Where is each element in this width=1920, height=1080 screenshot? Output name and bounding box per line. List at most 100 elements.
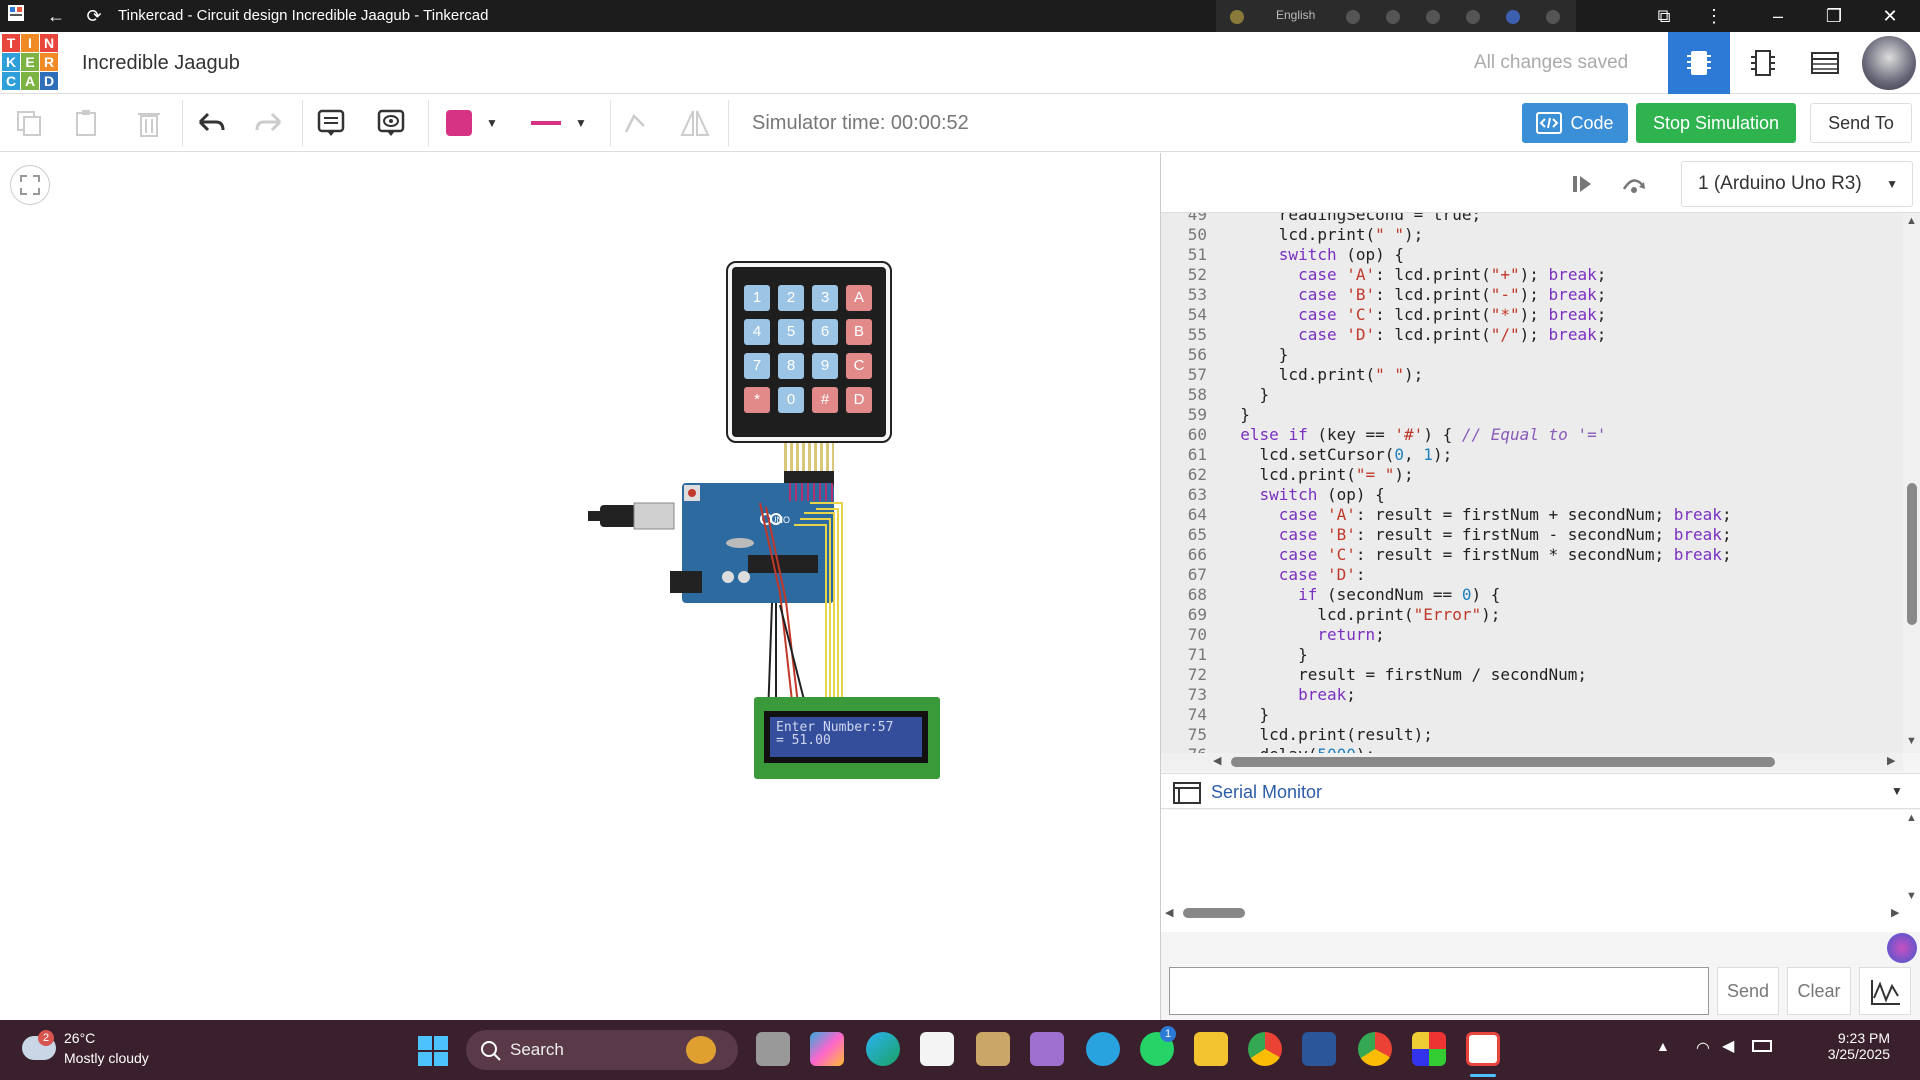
store-icon[interactable] <box>920 1032 954 1066</box>
schematic-view-button[interactable] <box>1732 32 1794 94</box>
copilot-icon[interactable] <box>810 1032 844 1066</box>
code-line[interactable]: 66 case 'C': result = firstNum * secondN… <box>1161 545 1732 565</box>
keypad-key[interactable]: A <box>846 285 872 311</box>
code-line[interactable]: 58 } <box>1161 385 1269 405</box>
refresh-icon[interactable]: ⟳ <box>82 4 106 28</box>
clock[interactable]: 9:23 PM 3/25/2025 <box>1790 1030 1890 1062</box>
wifi-icon[interactable]: ◠ <box>1696 1038 1710 1058</box>
pen-icon[interactable] <box>1466 10 1480 24</box>
scroll-left-arrow-icon[interactable]: ◀ <box>1165 906 1173 919</box>
code-line[interactable]: 59 } <box>1161 405 1250 425</box>
help-icon[interactable] <box>1506 10 1520 24</box>
code-button[interactable]: Code <box>1522 103 1628 143</box>
serial-monitor-header[interactable]: Serial Monitor ▼ <box>1161 773 1920 809</box>
wire-type-picker[interactable]: ▼ <box>516 104 602 142</box>
code-line[interactable]: 56 } <box>1161 345 1289 365</box>
close-button[interactable]: ✕ <box>1862 0 1918 32</box>
code-line[interactable]: 70 return; <box>1161 625 1385 645</box>
more-menu-icon[interactable]: ⋮ <box>1686 0 1742 32</box>
redo-button[interactable] <box>250 104 288 142</box>
tinkercad-app-icon[interactable] <box>1466 1032 1500 1066</box>
task-view-icon[interactable] <box>756 1032 790 1066</box>
code-line[interactable]: 73 break; <box>1161 685 1356 705</box>
keypad-key[interactable]: 7 <box>744 353 770 379</box>
keypad-key[interactable]: B <box>846 319 872 345</box>
clear-button[interactable]: Clear <box>1787 967 1851 1015</box>
keyboard-icon[interactable] <box>1346 10 1360 24</box>
tinkercad-logo[interactable]: T I N K E R C A D <box>2 34 58 90</box>
assistant-icon[interactable] <box>1887 933 1917 963</box>
battery-icon[interactable] <box>1752 1040 1772 1052</box>
serial-input[interactable] <box>1169 967 1709 1015</box>
settings-icon[interactable] <box>1426 10 1440 24</box>
edge-icon[interactable] <box>866 1032 900 1066</box>
start-button[interactable] <box>418 1036 448 1066</box>
code-line[interactable]: 64 case 'A': result = firstNum + secondN… <box>1161 505 1732 525</box>
code-line[interactable]: 50 lcd.print(" "); <box>1161 225 1424 245</box>
scroll-right-arrow-icon[interactable]: ▶ <box>1891 906 1899 919</box>
tool-icon[interactable] <box>1386 10 1400 24</box>
scroll-up-arrow-icon[interactable]: ▲ <box>1906 215 1917 227</box>
send-button[interactable]: Send <box>1717 967 1779 1015</box>
code-line[interactable]: 62 lcd.print("= "); <box>1161 465 1414 485</box>
code-line[interactable]: 61 lcd.setCursor(0, 1); <box>1161 445 1452 465</box>
code-line[interactable]: 60 else if (key == '#') { // Equal to '=… <box>1161 425 1607 445</box>
chevron-down-icon[interactable]: ▼ <box>1891 784 1903 798</box>
lcd-component[interactable]: Enter Number:57 = 51.00 <box>754 697 940 779</box>
paste-button[interactable] <box>68 104 106 142</box>
code-line[interactable]: 68 if (secondNum == 0) { <box>1161 585 1501 605</box>
user-avatar[interactable] <box>1862 36 1916 90</box>
keypad-key[interactable]: # <box>812 387 838 413</box>
restore-button[interactable]: ❐ <box>1806 0 1862 32</box>
scroll-right-arrow-icon[interactable]: ▶ <box>1887 754 1895 767</box>
component-list-button[interactable] <box>1794 32 1856 94</box>
info-icon[interactable] <box>1546 10 1560 24</box>
color-picker[interactable]: ▼ <box>434 104 510 142</box>
keypad-key[interactable]: * <box>744 387 770 413</box>
books-app-icon[interactable] <box>976 1032 1010 1066</box>
fit-view-button[interactable] <box>10 165 50 205</box>
code-line[interactable]: 75 lcd.print(result); <box>1161 725 1433 745</box>
keypad-key[interactable]: 8 <box>778 353 804 379</box>
telegram-icon[interactable] <box>1086 1032 1120 1066</box>
chrome-icon[interactable] <box>1248 1032 1282 1066</box>
step-over-button[interactable] <box>1619 169 1649 199</box>
photos-app-icon[interactable] <box>1412 1032 1446 1066</box>
code-line[interactable]: 74 } <box>1161 705 1269 725</box>
ime-icon[interactable] <box>1230 10 1244 24</box>
scroll-down-arrow-icon[interactable]: ▼ <box>1906 890 1917 902</box>
keypad-key[interactable]: 1 <box>744 285 770 311</box>
word-icon[interactable] <box>1302 1032 1336 1066</box>
chevron-up-icon[interactable]: ▲ <box>1656 1038 1670 1054</box>
notes-button[interactable] <box>312 104 350 142</box>
code-horizontal-scrollbar[interactable]: ◀ ▶ <box>1161 753 1903 771</box>
code-line[interactable]: 52 case 'A': lcd.print("+"); break; <box>1161 265 1607 285</box>
send-to-button[interactable]: Send To <box>1810 103 1912 143</box>
language-toolbar[interactable]: English <box>1216 0 1576 36</box>
graph-button[interactable] <box>1859 967 1911 1015</box>
scroll-thumb[interactable] <box>1183 908 1245 918</box>
visibility-button[interactable] <box>372 104 410 142</box>
code-line[interactable]: 72 result = firstNum / secondNum; <box>1161 665 1587 685</box>
back-arrow-icon[interactable]: ← <box>44 4 68 28</box>
device-selector[interactable]: 1 (Arduino Uno R3) ▼ <box>1681 161 1913 207</box>
extensions-icon[interactable]: ⧉ <box>1636 0 1692 32</box>
code-line[interactable]: 76 delay(5000); <box>1161 745 1375 753</box>
circuit-view-button[interactable] <box>1668 32 1730 94</box>
undo-button[interactable] <box>192 104 230 142</box>
design-name[interactable]: Incredible Jaagub <box>82 52 240 75</box>
code-line[interactable]: 53 case 'B': lcd.print("-"); break; <box>1161 285 1607 305</box>
delete-button[interactable] <box>130 104 168 142</box>
code-line[interactable]: 54 case 'C': lcd.print("*"); break; <box>1161 305 1607 325</box>
keypad-key[interactable]: 9 <box>812 353 838 379</box>
code-line[interactable]: 65 case 'B': result = firstNum - secondN… <box>1161 525 1732 545</box>
keypad-key[interactable]: 5 <box>778 319 804 345</box>
keypad-key[interactable]: 0 <box>778 387 804 413</box>
chrome-profile-icon[interactable] <box>1358 1032 1392 1066</box>
keypad-component[interactable]: 1 2 3 A 4 5 6 B 7 8 9 C * 0 # D <box>726 261 892 443</box>
rotate-button[interactable] <box>616 104 654 142</box>
code-line[interactable]: 69 lcd.print("Error"); <box>1161 605 1501 625</box>
stop-simulation-button[interactable]: Stop Simulation <box>1636 103 1796 143</box>
scroll-thumb[interactable] <box>1231 757 1775 767</box>
code-editor[interactable]: 49 readingSecond = true; 50 lcd.print(" "… <box>1161 213 1903 753</box>
